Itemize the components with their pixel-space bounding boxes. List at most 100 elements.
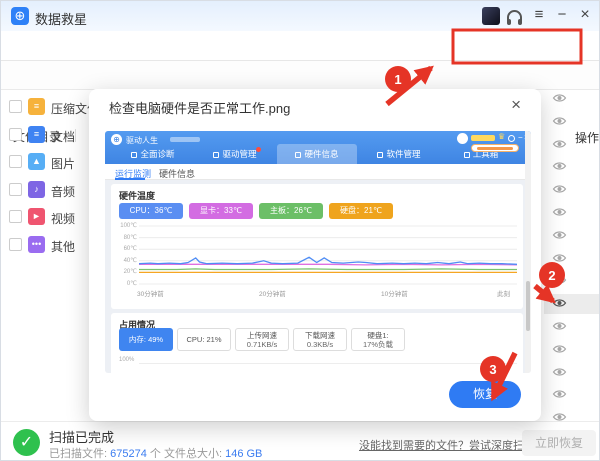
preview-username: [471, 135, 495, 141]
image-file-icon: ▲: [28, 153, 45, 170]
usage-chip: 内存: 49%: [119, 328, 173, 351]
doc-file-icon: ≡: [28, 126, 45, 143]
preview-eye-icon[interactable]: [552, 114, 568, 126]
usage-chart-gridline: [139, 363, 517, 364]
total-size-label: 文件总大小:: [164, 448, 222, 460]
sidebar-item[interactable]: ► 视频: [1, 208, 89, 230]
temperature-line-chart: [139, 225, 517, 285]
scan-detail-text: 已扫描文件: 675274 个 文件总大小: 146 GB: [49, 445, 262, 461]
preview-tab-label: 全面诊断: [140, 149, 174, 159]
column-header-action[interactable]: 操作: [575, 129, 599, 146]
preview-nav-tab: 软件管理: [359, 144, 439, 164]
audio-file-icon: ♪: [28, 181, 45, 198]
preview-scrollbar-track: [525, 131, 531, 373]
preview-sub-tabs: 运行监测硬件信息: [105, 164, 531, 180]
sidebar-item-label: 视频: [51, 210, 75, 227]
usage-chip: 硬盘1:17%负载: [351, 328, 405, 351]
minimize-button[interactable]: −: [553, 6, 571, 23]
archive-file-icon: ≡: [28, 98, 45, 115]
usage-chip: 下载网速0.3KB/s: [293, 328, 347, 351]
preview-eye-icon[interactable]: [552, 228, 568, 240]
recover-now-button[interactable]: 立即恢复: [522, 430, 596, 456]
recover-button[interactable]: 恢复: [449, 381, 521, 408]
temperature-chip: 硬盘：21℃: [329, 203, 393, 219]
scan-complete-check-icon: ✓: [13, 429, 40, 456]
preview-user-avatar: [457, 133, 468, 144]
status-bar: ✓ 扫描已完成 已扫描文件: 675274 个 文件总大小: 146 GB 没能…: [1, 421, 600, 461]
preview-eye-icon[interactable]: [552, 182, 568, 194]
sidebar-item-label: 其他: [51, 238, 75, 255]
sidebar-item-checkbox[interactable]: [9, 100, 22, 113]
scanned-files-value: 675274: [110, 448, 147, 460]
sidebar-item[interactable]: ≡压缩文件: [1, 98, 89, 120]
app-logo-icon: ⊕: [11, 7, 29, 25]
preview-minimize-icon: −: [518, 133, 523, 142]
preview-app-version: [170, 137, 200, 142]
modal-close-icon[interactable]: ×: [511, 95, 521, 115]
usage-axis-label: 100%: [119, 357, 134, 363]
chart-x-tick: 此刻: [497, 288, 510, 298]
preview-eye-icon[interactable]: [552, 91, 568, 103]
sidebar-item-label: 图片: [51, 155, 75, 172]
other-file-icon: •••: [28, 236, 45, 253]
chart-y-tick: 20℃: [117, 268, 137, 275]
sidebar-item-checkbox[interactable]: [9, 155, 22, 168]
preview-eye-icon[interactable]: [552, 159, 568, 171]
temperature-chip: 显卡：33℃: [189, 203, 253, 219]
preview-eye-icon[interactable]: [552, 319, 568, 331]
temperature-card-title: 硬件温度: [119, 189, 155, 202]
preview-tab-label: 驱动管理: [222, 149, 256, 159]
scan-status-text: 扫描已完成: [49, 427, 114, 446]
chart-x-tick: 20分钟前: [259, 288, 286, 298]
sidebar-item-label: 文档: [51, 128, 75, 145]
sidebar-item[interactable]: ••• 其他: [1, 236, 89, 258]
preview-eye-icon[interactable]: [552, 342, 568, 354]
chart-y-tick: 40℃: [117, 257, 137, 264]
preview-gear-icon: [508, 135, 515, 142]
chart-series-显卡: [139, 264, 517, 265]
preview-eye-icon[interactable]: [552, 296, 568, 308]
sidebar-item-checkbox[interactable]: [9, 210, 22, 223]
temperature-chip: 主板：26℃: [259, 203, 323, 219]
preview-tab-icon: [377, 152, 383, 158]
preview-modal: 检查电脑硬件是否正常工作.png × ⊕ 驱动人生 ♛ − × 全面诊断驱动管理…: [89, 89, 541, 421]
preview-tab-icon: [213, 152, 219, 158]
preview-eye-icon[interactable]: [552, 137, 568, 149]
preview-eye-icon[interactable]: [552, 273, 568, 285]
app-title: 数据救星: [35, 9, 87, 28]
sidebar-item[interactable]: ♪ 音频: [1, 181, 89, 203]
sidebar-item-checkbox[interactable]: [9, 238, 22, 251]
close-button[interactable]: ×: [576, 6, 594, 24]
sidebar-item-label: 音频: [51, 183, 75, 200]
scanned-files-unit: 个: [150, 448, 161, 460]
preview-nav-tab: 驱动管理: [195, 144, 275, 164]
sidebar-item-checkbox[interactable]: [9, 128, 22, 141]
usage-chip: 上传网速0.71KB/s: [235, 328, 289, 351]
preview-scrollbar-thumb: [526, 281, 530, 331]
preview-eye-icon[interactable]: [552, 365, 568, 377]
deep-scan-link[interactable]: 没能找到需要的文件？尝试深度扫描: [359, 437, 535, 453]
menu-icon[interactable]: ≡: [530, 6, 548, 23]
preview-sub-tab: 运行监测: [115, 167, 151, 180]
temperature-card: 硬件温度 CPU：36℃显卡：33℃主板：26℃硬盘：21℃ 100℃80℃60…: [111, 184, 523, 309]
preview-crown-icon: ♛: [498, 132, 505, 141]
preview-eye-icon[interactable]: [552, 205, 568, 217]
sidebar-item-checkbox[interactable]: [9, 183, 22, 196]
preview-tab-icon: [464, 152, 470, 158]
chart-y-tick: 100℃: [117, 222, 137, 229]
list-header-row: 文件目录 文件类型 名称 修改日期 类型 大小 操作: [1, 61, 600, 90]
video-file-icon: ►: [28, 208, 45, 225]
preview-eye-icon[interactable]: [552, 387, 568, 399]
preview-tab-label: 硬件信息: [304, 149, 338, 159]
sidebar-item[interactable]: ≡ 文档: [1, 126, 89, 148]
chart-series-主板: [139, 269, 517, 270]
file-preview-image: ⊕ 驱动人生 ♛ − × 全面诊断驱动管理硬件信息软件管理工具箱 运行监测硬件信…: [105, 131, 531, 373]
preview-eye-icon[interactable]: [552, 251, 568, 263]
sidebar-item[interactable]: ▲ 图片: [1, 153, 89, 175]
chart-y-tick: 0℃: [117, 280, 137, 287]
notification-badge: [256, 147, 261, 152]
title-bar: ⊕ 数据救星 ≡ − ×: [1, 1, 600, 31]
headset-support-icon[interactable]: [507, 10, 522, 21]
usage-card: 占用情况 内存: 49%CPU: 21%上传网速0.71KB/s下载网速0.3K…: [111, 313, 523, 373]
user-avatar[interactable]: [482, 7, 500, 25]
